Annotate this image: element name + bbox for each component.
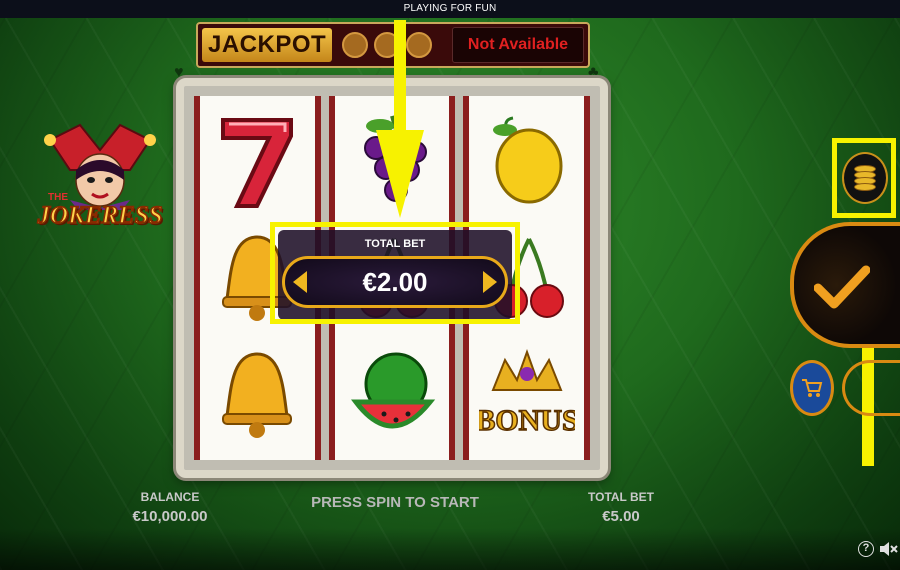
balance-value: €10,000.00 bbox=[132, 508, 208, 525]
jackpot-bear-icon bbox=[342, 32, 369, 58]
bottom-bar bbox=[0, 528, 900, 570]
check-icon bbox=[814, 265, 870, 309]
bonus-symbol-icon: BONUS bbox=[479, 340, 575, 450]
bell-symbol-icon bbox=[209, 340, 305, 450]
bet-highlight-box bbox=[270, 222, 520, 324]
down-arrow-icon bbox=[376, 20, 424, 218]
bonus-symbol-text: BONUS bbox=[479, 404, 575, 437]
status-message: PRESS SPIN TO START bbox=[311, 494, 479, 511]
help-icon[interactable]: ? bbox=[858, 541, 874, 557]
lemon-symbol-icon bbox=[479, 106, 575, 216]
seven-symbol-icon bbox=[209, 106, 305, 216]
jackpot-label: JACKPOT bbox=[202, 28, 333, 62]
watermelon-symbol-icon bbox=[344, 340, 440, 450]
sound-muted-icon[interactable] bbox=[878, 540, 898, 558]
game-logo: THE JOKERESS bbox=[30, 120, 170, 250]
total-bet-label: TOTAL BET bbox=[588, 490, 654, 504]
jackpot-status: Not Available bbox=[452, 27, 584, 63]
coin-bet-button[interactable] bbox=[842, 152, 888, 204]
spin-button[interactable] bbox=[790, 222, 900, 348]
buy-feature-button[interactable] bbox=[790, 360, 834, 416]
cart-icon bbox=[802, 379, 823, 397]
play-mode-banner: PLAYING FOR FUN bbox=[0, 0, 900, 18]
balance-label: BALANCE bbox=[140, 490, 200, 504]
logo-title: JOKERESS bbox=[37, 201, 164, 230]
coins-icon bbox=[854, 165, 876, 191]
autoplay-button[interactable] bbox=[842, 360, 900, 416]
total-bet-bottom-value: €5.00 bbox=[602, 508, 640, 525]
